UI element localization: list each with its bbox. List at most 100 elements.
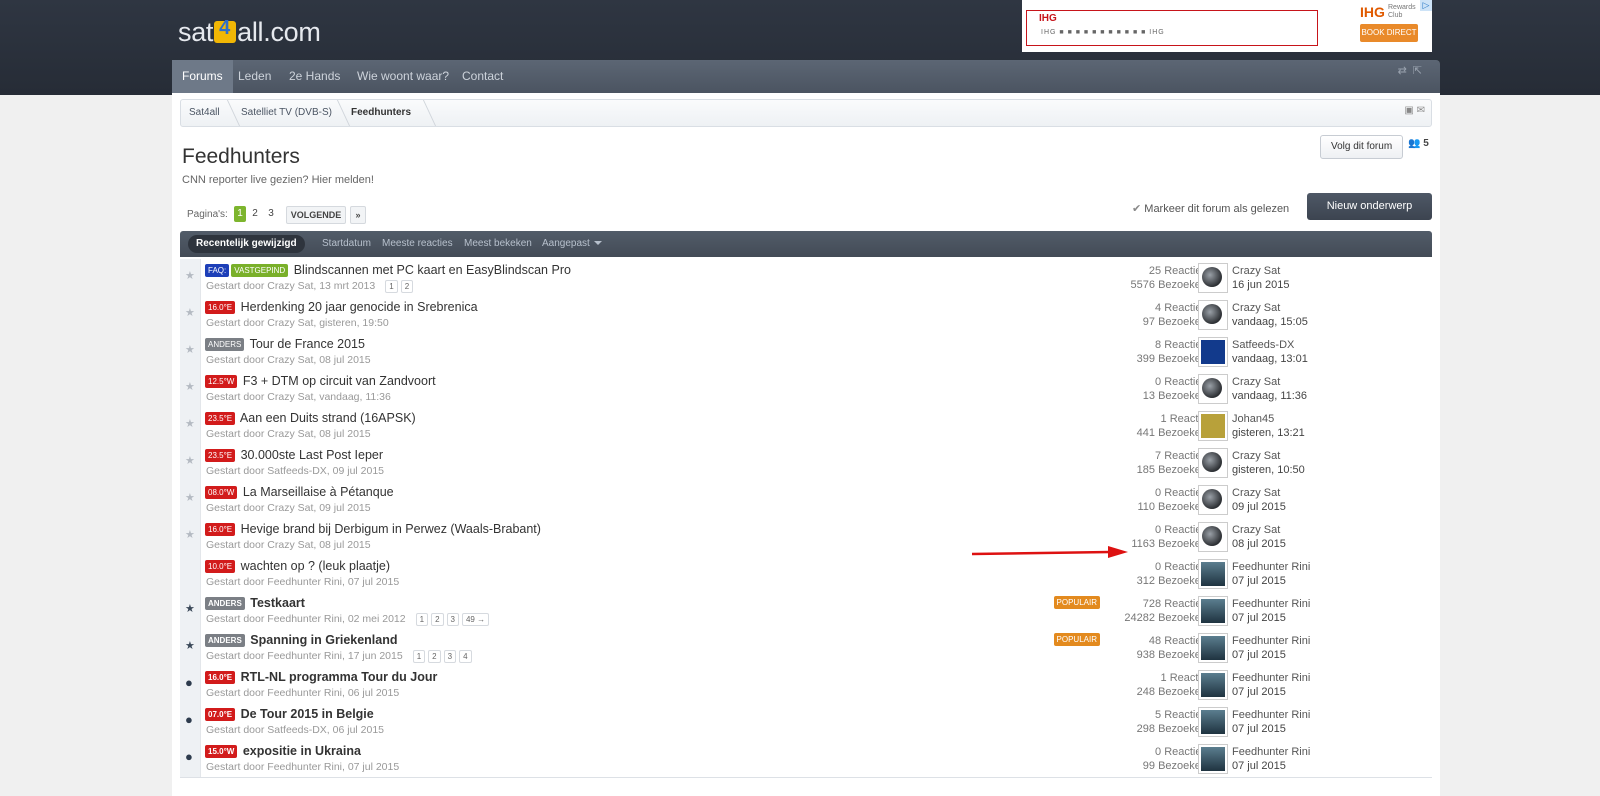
- thread-title[interactable]: 16.0°E RTL-NL programma Tour du Jour: [205, 670, 437, 684]
- page-1[interactable]: 1: [234, 206, 246, 222]
- thread-title[interactable]: 12.5°W F3 + DTM op circuit van Zandvoort: [205, 374, 436, 388]
- thread-row[interactable]: ● 07.0°E De Tour 2015 in Belgie Gestart do…: [180, 703, 1432, 741]
- avatar[interactable]: [1198, 448, 1228, 478]
- thread-row[interactable]: ★ 23.5°E 30.000ste Last Post Ieper Gestart…: [180, 444, 1432, 482]
- star-icon[interactable]: ★: [185, 343, 195, 356]
- avatar[interactable]: [1198, 263, 1228, 293]
- avatar[interactable]: [1198, 522, 1228, 552]
- share-icons[interactable]: ▣ ✉: [1404, 105, 1425, 116]
- thread-title-text[interactable]: Aan een Duits strand (16APSK): [240, 411, 416, 425]
- thread-title[interactable]: ANDERS Testkaart: [205, 596, 305, 610]
- thread-title-text[interactable]: 30.000ste Last Post Ieper: [241, 448, 383, 462]
- avatar[interactable]: [1198, 707, 1228, 737]
- last-post-date[interactable]: vandaag, 13:01: [1232, 352, 1308, 366]
- thread-row[interactable]: ★ FAQ: VASTGEPIND Blindscannen met PC kaar…: [180, 259, 1432, 297]
- last-post-date[interactable]: gisteren, 13:21: [1232, 426, 1305, 440]
- last-post-user[interactable]: Johan45: [1232, 412, 1305, 426]
- sort-startdatum[interactable]: Startdatum: [322, 231, 371, 257]
- avatar[interactable]: [1198, 744, 1228, 774]
- thread-page-link[interactable]: 3: [446, 613, 459, 626]
- last-post-date[interactable]: 07 jul 2015: [1232, 685, 1310, 699]
- breadcrumb-sat4all[interactable]: Sat4all: [189, 100, 220, 126]
- star-icon[interactable]: ★: [185, 528, 195, 541]
- avatar[interactable]: [1198, 374, 1228, 404]
- page-2[interactable]: 2: [250, 206, 260, 222]
- nav-tools-icons[interactable]: ⇄⇱: [1398, 64, 1428, 77]
- last-post-user[interactable]: Crazy Sat: [1232, 523, 1286, 537]
- last-post-user[interactable]: Feedhunter Rini: [1232, 634, 1310, 648]
- thread-title[interactable]: ANDERS Tour de France 2015: [205, 337, 365, 351]
- last-post-date[interactable]: vandaag, 11:36: [1232, 389, 1307, 403]
- sort-aangepast[interactable]: Aangepast: [542, 231, 602, 257]
- thread-title-text[interactable]: Hevige brand bij Derbigum in Perwez (Waa…: [241, 522, 541, 536]
- star-icon[interactable]: ★: [185, 380, 195, 393]
- thread-page-link[interactable]: 1: [412, 650, 426, 663]
- last-post-date[interactable]: gisteren, 10:50: [1232, 463, 1305, 477]
- sort-recent[interactable]: Recentelijk gewijzigd: [188, 235, 305, 253]
- thread-row[interactable]: ★ ANDERS Spanning in Griekenland Gestart d…: [180, 629, 1432, 667]
- thread-title-text[interactable]: Blindscannen met PC kaart en EasyBlindsc…: [294, 263, 571, 277]
- last-post-user[interactable]: Feedhunter Rini: [1232, 708, 1310, 722]
- next-page-button[interactable]: VOLGENDE: [286, 206, 346, 224]
- nav-leden[interactable]: Leden: [238, 60, 271, 93]
- nav-contact[interactable]: Contact: [462, 60, 503, 93]
- thread-title[interactable]: 15.0°W expositie in Ukraina: [205, 744, 361, 758]
- last-post-date[interactable]: 16 jun 2015: [1232, 278, 1290, 292]
- thread-page-link[interactable]: 2: [400, 280, 414, 293]
- thread-title-text[interactable]: Herdenking 20 jaar genocide in Srebrenic…: [241, 300, 478, 314]
- new-topic-button[interactable]: Nieuw onderwerp: [1307, 193, 1432, 220]
- last-post-date[interactable]: 07 jul 2015: [1232, 759, 1310, 773]
- thread-title[interactable]: 23.5°E Aan een Duits strand (16APSK): [205, 411, 416, 425]
- thread-title-text[interactable]: F3 + DTM op circuit van Zandvoort: [243, 374, 436, 388]
- avatar[interactable]: [1198, 300, 1228, 330]
- unread-dot-icon[interactable]: ●: [185, 675, 193, 690]
- ad-book-direct-button[interactable]: BOOK DIRECT: [1360, 24, 1418, 42]
- nav-2e-hands[interactable]: 2e Hands: [289, 60, 340, 93]
- advertisement-banner[interactable]: IHG IHG ■ ■ ■ ■ ■ ■ ■ ■ ■ ■ ■ IHG IHG Re…: [1022, 0, 1432, 52]
- unread-dot-icon[interactable]: ●: [185, 712, 193, 727]
- last-post-user[interactable]: Feedhunter Rini: [1232, 745, 1310, 759]
- last-post-user[interactable]: Crazy Sat: [1232, 375, 1307, 389]
- last-post-user[interactable]: Crazy Sat: [1232, 264, 1290, 278]
- thread-title-text[interactable]: Spanning in Griekenland: [250, 633, 397, 647]
- thread-title-text[interactable]: Tour de France 2015: [250, 337, 365, 351]
- thread-row[interactable]: ● 15.0°W expositie in Ukraina Gestart door…: [180, 740, 1432, 778]
- page-3[interactable]: 3: [266, 206, 276, 222]
- star-icon[interactable]: ★: [185, 491, 195, 504]
- avatar[interactable]: [1198, 411, 1228, 441]
- star-icon[interactable]: ★: [185, 269, 195, 282]
- thread-row[interactable]: ★ 23.5°E Aan een Duits strand (16APSK) Ges…: [180, 407, 1432, 445]
- last-post-user[interactable]: Crazy Sat: [1232, 449, 1305, 463]
- thread-title[interactable]: 07.0°E De Tour 2015 in Belgie: [205, 707, 374, 721]
- last-post-date[interactable]: 09 jul 2015: [1232, 500, 1286, 514]
- star-icon[interactable]: ★: [185, 306, 195, 319]
- thread-title-text[interactable]: wachten op ? (leuk plaatje): [241, 559, 390, 573]
- avatar[interactable]: [1198, 670, 1228, 700]
- last-post-user[interactable]: Feedhunter Rini: [1232, 597, 1310, 611]
- last-post-user[interactable]: Feedhunter Rini: [1232, 671, 1310, 685]
- thread-page-link[interactable]: 1: [415, 613, 429, 626]
- thread-title[interactable]: 23.5°E 30.000ste Last Post Ieper: [205, 448, 383, 462]
- thread-title[interactable]: 16.0°E Herdenking 20 jaar genocide in Sr…: [205, 300, 478, 314]
- avatar[interactable]: [1198, 633, 1228, 663]
- thread-title-text[interactable]: RTL-NL programma Tour du Jour: [241, 670, 438, 684]
- thread-page-link[interactable]: 4: [459, 650, 472, 663]
- thread-title-text[interactable]: expositie in Ukraina: [243, 744, 361, 758]
- last-post-date[interactable]: 07 jul 2015: [1232, 722, 1310, 736]
- thread-title[interactable]: 10.0°E wachten op ? (leuk plaatje): [205, 559, 390, 573]
- thread-page-link[interactable]: 2: [431, 613, 444, 626]
- thread-page-link[interactable]: 2: [428, 650, 441, 663]
- nav-wie-woont-waar[interactable]: Wie woont waar?: [357, 60, 449, 93]
- last-post-user[interactable]: Feedhunter Rini: [1232, 560, 1310, 574]
- last-post-date[interactable]: 08 jul 2015: [1232, 537, 1286, 551]
- last-post-date[interactable]: vandaag, 15:05: [1232, 315, 1308, 329]
- star-icon[interactable]: ★: [185, 454, 195, 467]
- last-post-user[interactable]: Satfeeds-DX: [1232, 338, 1308, 352]
- thread-title-text[interactable]: De Tour 2015 in Belgie: [241, 707, 374, 721]
- sort-meest-bekeken[interactable]: Meest bekeken: [464, 231, 532, 257]
- nav-forums[interactable]: Forums: [172, 60, 233, 93]
- thread-page-link[interactable]: 49 →: [461, 613, 490, 626]
- avatar[interactable]: [1198, 337, 1228, 367]
- follow-forum-button[interactable]: Volg dit forum: [1320, 135, 1404, 159]
- thread-title[interactable]: 16.0°E Hevige brand bij Derbigum in Perw…: [205, 522, 541, 536]
